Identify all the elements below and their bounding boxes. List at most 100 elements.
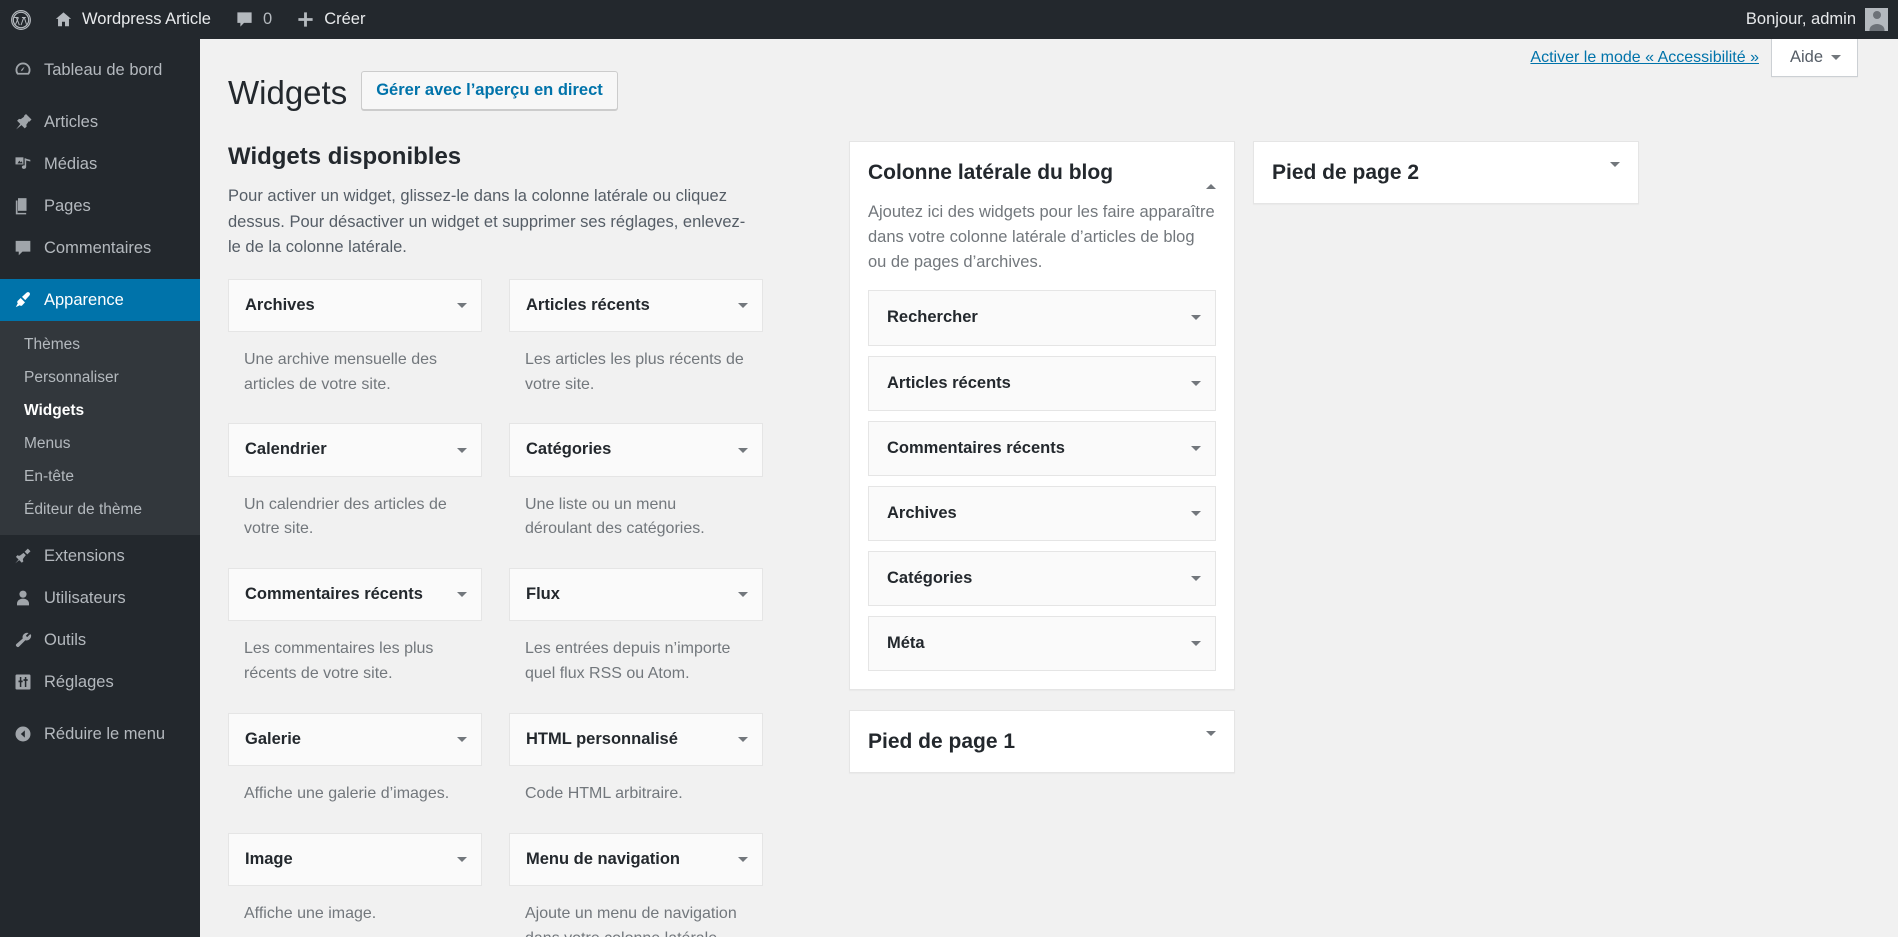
collapse-arrow-icon <box>13 724 33 744</box>
widgets-columns: Widgets disponibles Pour activer un widg… <box>200 119 1898 937</box>
caret-down-icon[interactable] <box>457 856 467 862</box>
widget-header[interactable]: Menu de navigation <box>509 832 763 886</box>
sidebar-item-dashboard[interactable]: Tableau de bord <box>0 49 200 91</box>
new-content-label: Créer <box>324 10 366 28</box>
caret-down-icon[interactable] <box>738 736 748 742</box>
widget-description: Ajoute un menu de navigation dans votre … <box>525 904 737 937</box>
widget-header[interactable]: Archives <box>228 278 482 332</box>
wordpress-logo-button[interactable] <box>0 0 42 39</box>
help-tab-button[interactable]: Aide <box>1770 39 1858 77</box>
sidebar-item-plugins[interactable]: Extensions <box>0 535 200 577</box>
widget-description: Une archive mensuelle des articles de vo… <box>244 350 437 393</box>
caret-down-icon <box>1610 161 1620 184</box>
caret-down-icon[interactable] <box>1191 315 1201 321</box>
widget-header[interactable]: Galerie <box>228 712 482 766</box>
widget-description: Les entrées depuis n’importe quel flux R… <box>525 640 731 683</box>
sidebar-subitem-customize[interactable]: Personnaliser <box>0 361 200 394</box>
caret-down-icon[interactable] <box>738 302 748 308</box>
site-name-button[interactable]: Wordpress Article <box>42 0 223 39</box>
sidebars-area: Colonne latérale du blog Ajoutez ici des… <box>803 140 1639 793</box>
sidebar-widget[interactable]: Catégories <box>868 550 1216 606</box>
widget-description: Les articles les plus récents de votre s… <box>525 350 744 393</box>
comments-button[interactable]: 0 <box>223 0 284 39</box>
sidebar-item-label: Outils <box>44 631 87 649</box>
sidebar-panel-header[interactable]: Pied de page 2 <box>1254 142 1638 203</box>
sidebar-widget-title: Rechercher <box>887 308 978 327</box>
comment-bubble-icon <box>235 10 254 29</box>
widget-header[interactable]: Flux <box>509 568 763 622</box>
sidebar-item-settings[interactable]: Réglages <box>0 661 200 703</box>
sidebar-item-comments[interactable]: Commentaires <box>0 227 200 269</box>
sidebar-subitem-menus[interactable]: Menus <box>0 427 200 460</box>
wordpress-logo-icon <box>10 9 32 31</box>
widget-description: Affiche une galerie d’images. <box>244 784 450 802</box>
wordpress-admin-screen: Wordpress Article 0 Créer Bonjour, admin… <box>0 0 1898 937</box>
sidebar-column-1: Colonne latérale du blog Ajoutez ici des… <box>849 140 1235 793</box>
sidebar-item-label: Pages <box>44 197 91 215</box>
sidebar-panel-header[interactable]: Pied de page 1 <box>850 711 1234 772</box>
sidebar-item-tools[interactable]: Outils <box>0 619 200 661</box>
caret-down-icon[interactable] <box>738 447 748 453</box>
sidebar-widget[interactable]: Rechercher <box>868 290 1216 346</box>
sidebar-item-posts[interactable]: Articles <box>0 101 200 143</box>
widget-description: Code HTML arbitraire. <box>525 784 683 802</box>
sidebar-panel-toggle[interactable] <box>1206 728 1216 754</box>
sidebar-subitem-theme-editor[interactable]: Éditeur de thème <box>0 493 200 526</box>
sidebar-panel-toggle[interactable] <box>1610 159 1620 185</box>
sidebar-panel-header[interactable]: Colonne latérale du blog <box>850 142 1234 190</box>
widget-header[interactable]: Image <box>228 832 482 886</box>
caret-down-icon[interactable] <box>738 856 748 862</box>
available-widget: Calendrier Un calendrier des articles de… <box>228 423 482 562</box>
sidebar-subitem-themes[interactable]: Thèmes <box>0 328 200 361</box>
new-content-button[interactable]: Créer <box>284 0 377 39</box>
sidebar-item-users[interactable]: Utilisateurs <box>0 577 200 619</box>
widget-header[interactable]: Calendrier <box>228 423 482 477</box>
sidebar-item-pages[interactable]: Pages <box>0 185 200 227</box>
caret-down-icon[interactable] <box>1191 380 1201 386</box>
sidebar-subitem-header[interactable]: En-tête <box>0 460 200 493</box>
caret-down-icon[interactable] <box>738 592 748 598</box>
sidebar-widget[interactable]: Archives <box>868 485 1216 541</box>
sidebar-panel-toggle[interactable] <box>1206 159 1216 189</box>
plus-icon <box>296 10 315 29</box>
caret-down-icon[interactable] <box>1191 640 1201 646</box>
admin-bar-left: Wordpress Article 0 Créer <box>0 0 377 39</box>
sidebar-widget[interactable]: Articles récents <box>868 355 1216 411</box>
sidebar-item-label: Médias <box>44 155 98 173</box>
available-widget: Articles récents Les articles les plus r… <box>509 278 763 418</box>
widget-header[interactable]: Catégories <box>509 423 763 477</box>
sidebar-item-label: Articles <box>44 113 99 131</box>
manage-with-live-preview-button[interactable]: Gérer avec l’aperçu en direct <box>361 71 618 111</box>
caret-down-icon[interactable] <box>1191 575 1201 581</box>
widget-header[interactable]: Articles récents <box>509 278 763 332</box>
sidebar-item-appearance[interactable]: Apparence <box>0 279 208 321</box>
available-widgets-heading: Widgets disponibles <box>228 142 462 170</box>
dashboard-icon <box>13 60 33 80</box>
sidebar-item-media[interactable]: Médias <box>0 143 200 185</box>
caret-down-icon[interactable] <box>457 592 467 598</box>
help-tab-label: Aide <box>1789 48 1823 66</box>
available-widget: Catégories Une liste ou un menu déroulan… <box>509 423 763 562</box>
available-widget: HTML personnalisé Code HTML arbitraire. <box>509 712 763 827</box>
sidebar-widget[interactable]: Commentaires récents <box>868 420 1216 476</box>
caret-down-icon[interactable] <box>457 736 467 742</box>
caret-down-icon[interactable] <box>457 302 467 308</box>
admin-bar-account[interactable]: Bonjour, admin <box>1746 8 1898 31</box>
sidebar-widget[interactable]: Méta <box>868 615 1216 671</box>
widget-title: Galerie <box>245 729 301 748</box>
widget-header[interactable]: HTML personnalisé <box>509 712 763 766</box>
widget-title: Image <box>245 849 293 868</box>
accessibility-mode-link[interactable]: Activer le mode « Accessibilité » <box>1530 39 1771 67</box>
sidebar-item-label: Utilisateurs <box>44 589 126 607</box>
sidebar-subitem-widgets[interactable]: Widgets <box>0 394 200 427</box>
sidebar-panel-description: Ajoutez ici des widgets pour les faire a… <box>868 203 1215 271</box>
widget-header[interactable]: Commentaires récents <box>228 568 482 622</box>
site-name-label: Wordpress Article <box>82 10 211 28</box>
sidebar-item-label: Apparence <box>44 291 124 309</box>
caret-down-icon[interactable] <box>1191 445 1201 451</box>
caret-down-icon[interactable] <box>1191 510 1201 516</box>
available-widget: Menu de navigation Ajoute un menu de nav… <box>509 832 763 937</box>
screen-meta-links: Activer le mode « Accessibilité » Aide <box>1530 39 1858 77</box>
collapse-menu-button[interactable]: Réduire le menu <box>0 713 200 755</box>
caret-down-icon[interactable] <box>457 447 467 453</box>
